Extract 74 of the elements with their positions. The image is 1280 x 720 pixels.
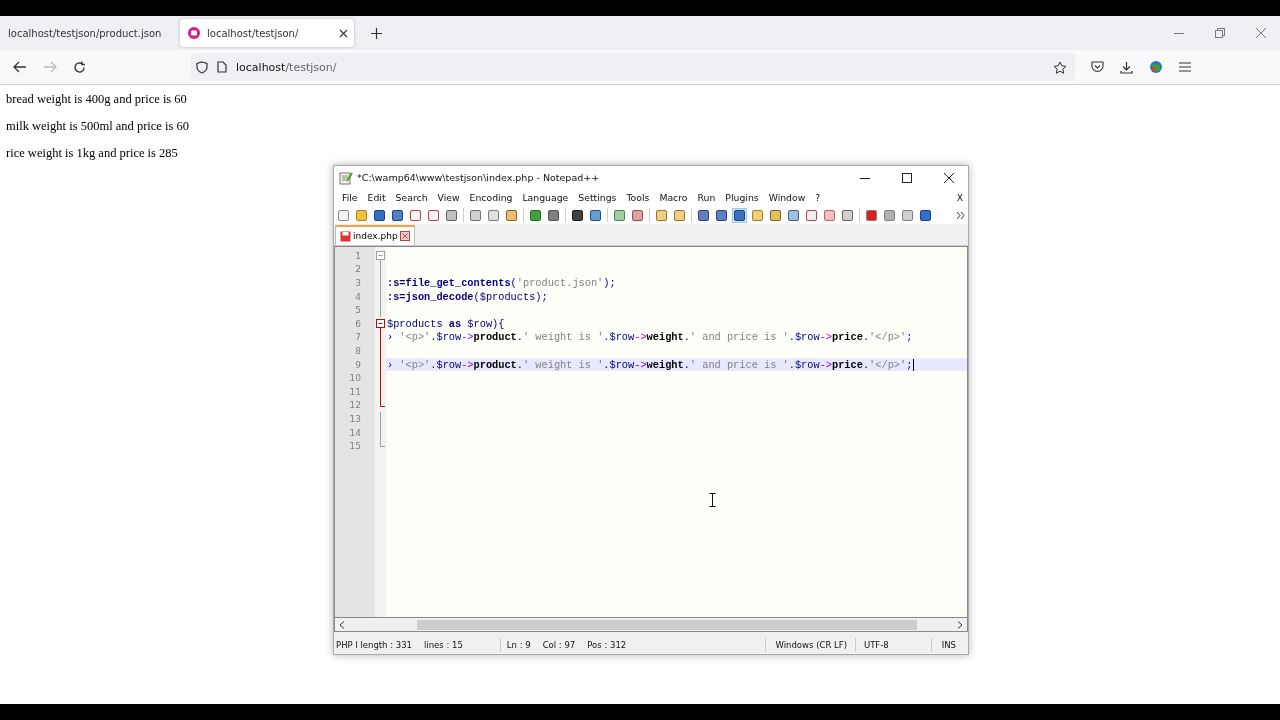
menu-item[interactable]: Plugins bbox=[720, 192, 764, 203]
code-line: $products as $row){ bbox=[386, 317, 505, 330]
page-icon bbox=[217, 61, 227, 73]
status-text: PHP l length : 331 bbox=[335, 640, 412, 650]
status-text: Col : 97 bbox=[542, 640, 576, 650]
line-number: 3 bbox=[354, 278, 362, 288]
menu-item[interactable]: View bbox=[432, 192, 465, 203]
reload-icon[interactable] bbox=[73, 60, 86, 74]
menu-item[interactable]: Edit bbox=[362, 192, 391, 203]
restore-icon[interactable] bbox=[1215, 28, 1225, 38]
close-icon[interactable] bbox=[339, 28, 348, 38]
line-number: 9 bbox=[354, 359, 362, 370]
code-line: :s=json_decode($products); bbox=[386, 290, 548, 303]
status-text: Windows (CR LF) bbox=[775, 640, 847, 650]
close-icon[interactable] bbox=[944, 172, 954, 183]
notepad-icon bbox=[339, 170, 353, 185]
text-cursor-icon bbox=[709, 493, 716, 507]
back-icon[interactable] bbox=[13, 61, 27, 73]
browser-tab[interactable]: localhost/testjson/ bbox=[180, 19, 354, 47]
status-text: lines : 15 bbox=[424, 640, 463, 650]
fold-minus-icon[interactable] bbox=[375, 316, 386, 331]
line-number: 1 bbox=[354, 250, 362, 261]
scroll-right-icon[interactable] bbox=[957, 620, 963, 629]
status-text: INS bbox=[941, 640, 956, 650]
paragraph: milk weight is 500ml and price is 60 bbox=[6, 119, 190, 134]
favicon-icon bbox=[188, 27, 200, 39]
pocket-icon[interactable] bbox=[1091, 61, 1104, 73]
line-number: 14 bbox=[348, 427, 362, 438]
status-text: UTF-8 bbox=[863, 640, 889, 650]
line-number: 6 bbox=[354, 318, 362, 329]
text-caret bbox=[913, 358, 915, 371]
star-icon[interactable] bbox=[1053, 60, 1067, 74]
horizontal-scrollbar[interactable] bbox=[334, 618, 968, 632]
menu-item[interactable]: Window bbox=[763, 192, 811, 203]
browser-tab[interactable]: localhost/testjson/product.json bbox=[0, 19, 174, 47]
line-number: 15 bbox=[348, 441, 362, 452]
line-number: 12 bbox=[348, 400, 362, 411]
paragraph: rice weight is 1kg and price is 285 bbox=[6, 146, 179, 161]
line-number: 5 bbox=[354, 305, 362, 316]
scroll-left-icon[interactable] bbox=[339, 620, 345, 629]
line-number: 2 bbox=[354, 264, 362, 275]
menu-item[interactable]: Encoding bbox=[464, 192, 518, 203]
line-number: 13 bbox=[348, 413, 362, 424]
status-text: Ln : 9 bbox=[506, 640, 531, 650]
status-text: Pos : 312 bbox=[587, 640, 627, 650]
line-number: 10 bbox=[348, 373, 362, 384]
new-tab-icon[interactable] bbox=[371, 27, 382, 39]
line-number: 8 bbox=[354, 345, 362, 356]
more-icon[interactable] bbox=[957, 211, 968, 219]
code-line: › '<p>'.$row->product.' weight is '.$row->weight.' and price is '.$row->price.'</p>'; bbox=[386, 358, 915, 371]
scroll-thumb[interactable] bbox=[417, 619, 917, 630]
code-line: :s=file_get_contents('product.json'); bbox=[386, 277, 616, 289]
download-icon[interactable] bbox=[1120, 60, 1133, 74]
line-number: 4 bbox=[354, 291, 362, 302]
menu-icon[interactable] bbox=[1179, 62, 1191, 72]
menu-item[interactable]: Macro bbox=[654, 192, 693, 203]
menu-item[interactable]: ? bbox=[810, 192, 826, 203]
menu-item[interactable]: Language bbox=[517, 192, 574, 203]
menu-item[interactable]: File bbox=[337, 192, 363, 203]
menu-item[interactable]: Tools bbox=[621, 192, 655, 203]
maximize-icon[interactable] bbox=[902, 172, 912, 183]
globe-icon[interactable] bbox=[1149, 60, 1163, 74]
line-number: 7 bbox=[354, 332, 362, 343]
paragraph: bread weight is 400g and price is 60 bbox=[6, 92, 188, 107]
address-bar[interactable]: localhost/testjson/ bbox=[191, 53, 1075, 81]
menu-item[interactable]: Search bbox=[390, 192, 433, 203]
window-title: *C:\wamp64\www\testjson\index.php - Notepad++ bbox=[357, 172, 600, 183]
line-number: 11 bbox=[348, 386, 362, 397]
menu-item[interactable]: Run bbox=[692, 192, 721, 203]
file-tab[interactable]: index.php bbox=[335, 225, 415, 245]
code-line: › '<p>'.$row->product.' weight is '.$row->weight.' and price is '.$row->price.'</p>'; bbox=[386, 331, 913, 344]
menu-item[interactable]: Settings bbox=[573, 192, 622, 203]
close-document-button[interactable]: X bbox=[951, 192, 968, 203]
shield-icon[interactable] bbox=[196, 60, 208, 74]
